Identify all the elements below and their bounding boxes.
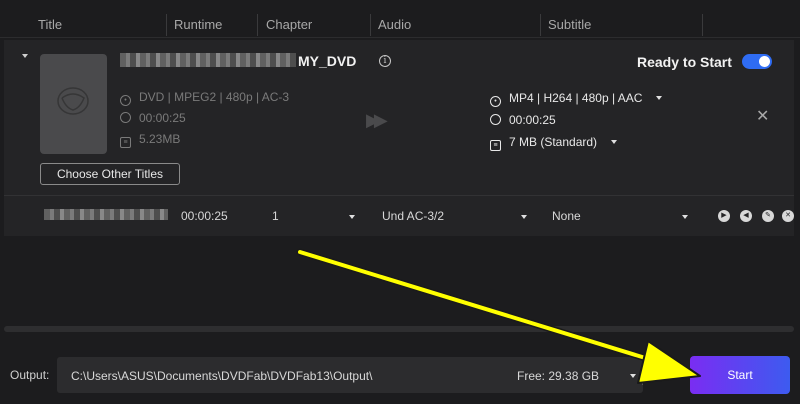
column-header: Title Runtime Chapter Audio Subtitle <box>0 0 800 38</box>
toggle-knob <box>759 56 770 67</box>
audio-select[interactable]: Und AC-3/2 <box>382 209 444 223</box>
column-chapter[interactable]: Chapter <box>266 0 312 38</box>
file-size-icon: ≡ <box>120 137 131 148</box>
column-separator <box>540 14 541 36</box>
column-runtime[interactable]: Runtime <box>174 0 222 38</box>
title-card: MY_DVD i Ready to Start • DVD | MPEG2 | 4… <box>4 40 794 236</box>
collapse-caret-icon[interactable] <box>22 54 28 58</box>
convert-arrow-icon: ▶▶ <box>366 110 388 130</box>
target-format-dropdown[interactable]: • MP4 | H264 | 480p | AAC <box>490 90 663 107</box>
chevron-down-icon[interactable] <box>349 215 355 219</box>
column-subtitle[interactable]: Subtitle <box>548 0 591 38</box>
source-format-text: DVD | MPEG2 | 480p | AC-3 <box>139 90 290 104</box>
target-duration-text: 00:00:25 <box>509 113 556 127</box>
chevron-down-icon[interactable] <box>521 215 527 219</box>
separator <box>642 365 643 385</box>
edit-icon[interactable]: ✎ <box>762 210 774 222</box>
dvd-logo-icon <box>57 87 89 115</box>
chevron-down-icon <box>611 140 618 144</box>
target-size-text: 7 MB (Standard) <box>509 135 598 149</box>
start-button[interactable]: Start <box>690 356 790 394</box>
status-text: Ready to Start <box>637 54 732 70</box>
format-icon: • <box>490 96 501 107</box>
column-audio[interactable]: Audio <box>378 0 411 38</box>
source-format: • DVD | MPEG2 | 480p | AC-3 <box>120 89 290 106</box>
chevron-down-icon[interactable] <box>682 215 688 219</box>
folder-button[interactable] <box>645 360 665 390</box>
output-label: Output: <box>10 368 50 382</box>
blurred-title-prefix <box>120 53 296 67</box>
target-duration: 00:00:25 <box>490 112 556 128</box>
clock-icon <box>490 114 501 125</box>
title-thumbnail <box>40 54 107 154</box>
source-duration: 00:00:25 <box>120 110 186 126</box>
column-separator <box>257 14 258 36</box>
chevron-down-icon <box>656 96 663 100</box>
column-separator <box>370 14 371 36</box>
title-toggle[interactable] <box>742 54 772 69</box>
horizontal-scrollbar[interactable] <box>4 326 794 332</box>
chevron-down-icon[interactable] <box>630 374 636 378</box>
target-size-dropdown[interactable]: ≡ 7 MB (Standard) <box>490 134 618 151</box>
info-icon[interactable]: i <box>379 55 391 67</box>
track-runtime: 00:00:25 <box>181 209 228 223</box>
subtitle-select[interactable]: None <box>552 209 581 223</box>
play-icon[interactable]: ▶ <box>718 210 730 222</box>
clock-icon <box>120 112 131 123</box>
title-name: MY_DVD <box>298 53 357 69</box>
output-path: C:\Users\ASUS\Documents\DVDFab\DVDFab13\… <box>71 369 373 383</box>
choose-other-titles-button[interactable]: Choose Other Titles <box>40 163 180 185</box>
close-icon[interactable]: ✕ <box>756 106 769 125</box>
column-title[interactable]: Title <box>38 0 62 38</box>
source-size-text: 5.23MB <box>139 132 181 146</box>
prev-icon[interactable]: ◀ <box>740 210 752 222</box>
dvdfab-window: Title Runtime Chapter Audio Subtitle MY_… <box>0 0 800 404</box>
disc-icon: • <box>120 95 131 106</box>
blurred-track-title <box>44 209 168 220</box>
output-path-field[interactable]: C:\Users\ASUS\Documents\DVDFab\DVDFab13\… <box>57 357 643 393</box>
source-size: ≡ 5.23MB <box>120 131 181 148</box>
file-size-icon: ≡ <box>490 140 501 151</box>
chapter-select[interactable]: 1 <box>272 209 279 223</box>
close-small-icon[interactable]: ✕ <box>782 210 794 222</box>
column-separator <box>166 14 167 36</box>
divider <box>4 195 794 196</box>
column-separator <box>702 14 703 36</box>
target-format-text: MP4 | H264 | 480p | AAC <box>509 91 643 105</box>
free-space: Free: 29.38 GB <box>517 369 600 383</box>
source-duration-text: 00:00:25 <box>139 111 186 125</box>
folder-icon <box>647 369 663 381</box>
